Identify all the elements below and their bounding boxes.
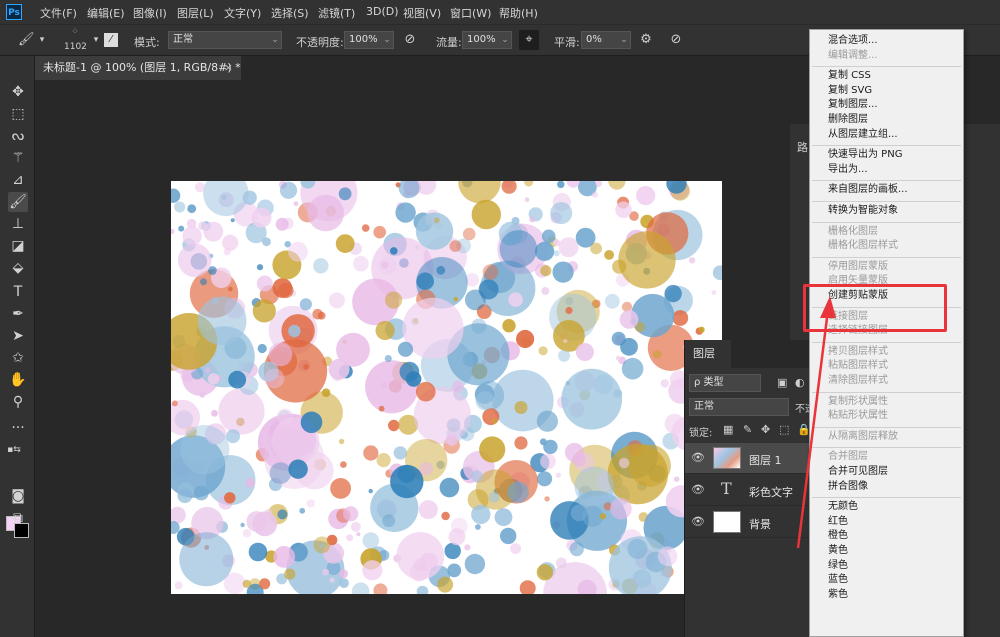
- menu-edit[interactable]: 编辑(E): [87, 5, 125, 21]
- context-menu-item: 栅格化图层: [828, 225, 878, 237]
- eye-icon[interactable]: 👁: [691, 451, 705, 464]
- menu-separator: [812, 221, 961, 223]
- layer-name: 图层 1: [749, 454, 782, 467]
- menu-separator: [812, 180, 961, 182]
- photoshop-logo: Ps: [6, 4, 22, 20]
- paint-bucket-tool-icon[interactable]: ⬙: [8, 258, 28, 278]
- chevron-down-icon[interactable]: ▾: [34, 32, 50, 48]
- more-tools-icon[interactable]: ···: [8, 418, 28, 438]
- text-layer-icon: T: [721, 479, 732, 498]
- brush-tool-icon[interactable]: 🖌: [18, 32, 35, 48]
- brush-size-value: 1102: [64, 42, 87, 52]
- menu-separator: [812, 256, 961, 258]
- blend-mode-select[interactable]: 正常: [689, 398, 789, 416]
- document-tab-title: 未标题-1 @ 100% (图层 1, RGB/8#) *: [43, 61, 241, 74]
- mode-chevron-icon[interactable]: ⌄: [268, 31, 282, 49]
- lock-label: 锁定:: [689, 428, 713, 439]
- context-menu-item[interactable]: 混合选项...: [828, 35, 878, 47]
- context-menu-item[interactable]: 删除图层: [828, 114, 868, 126]
- menu-view[interactable]: 视图(V): [403, 5, 441, 21]
- flow-chevron-icon[interactable]: ⌄: [498, 31, 512, 49]
- pen-tool-icon[interactable]: ✒: [8, 304, 28, 324]
- context-menu-item[interactable]: 复制图层...: [828, 99, 878, 111]
- eyedropper-tool-icon[interactable]: ⊿: [8, 170, 28, 190]
- path-select-tool-icon[interactable]: ➤: [8, 326, 28, 346]
- brush-tool-icon[interactable]: 🖌: [8, 192, 28, 212]
- gear-icon[interactable]: ⚙: [638, 32, 654, 48]
- context-menu-item[interactable]: 快速导出为 PNG: [828, 149, 902, 161]
- layer-name: 背景: [749, 518, 771, 531]
- type-tool-icon[interactable]: T: [8, 282, 28, 302]
- context-menu-item: 停用图层蒙版: [828, 260, 888, 272]
- magic-wand-tool-icon[interactable]: ⚚: [8, 148, 28, 168]
- brush-size-chevron-icon[interactable]: ▾: [88, 32, 104, 48]
- menu-file[interactable]: 文件(F): [40, 5, 77, 21]
- airbrush-icon[interactable]: ⌖: [519, 30, 539, 50]
- menu-help[interactable]: 帮助(H): [499, 5, 538, 21]
- smoothing-label: 平滑:: [554, 36, 580, 49]
- lock-transparent-icon[interactable]: ▦: [723, 423, 733, 436]
- close-icon[interactable]: ×: [224, 56, 233, 80]
- annotation-arrow-icon: [796, 296, 836, 549]
- lock-position-icon[interactable]: ✥: [761, 423, 770, 436]
- marquee-tool-icon[interactable]: ⬚: [8, 104, 28, 124]
- context-menu-item: 编辑调整...: [828, 49, 878, 61]
- context-menu-item[interactable]: 复制 CSS: [828, 70, 871, 82]
- menu-layer[interactable]: 图层(L): [177, 5, 214, 21]
- context-menu-item[interactable]: 复制 SVG: [828, 85, 872, 97]
- zoom-tool-icon[interactable]: ⚲: [8, 392, 28, 412]
- stamp-tool-icon[interactable]: ⊥: [8, 214, 28, 234]
- brush-panel-icon[interactable]: ⁄: [104, 33, 118, 47]
- context-menu-item: 栅格化图层样式: [828, 240, 898, 252]
- mode-label: 模式:: [134, 36, 160, 49]
- screen-mode-icon[interactable]: ⧉: [8, 508, 28, 528]
- eye-icon[interactable]: 👁: [691, 515, 705, 528]
- menu-separator: [812, 201, 961, 202]
- smoothing-chevron-icon[interactable]: ⌄: [617, 31, 631, 49]
- lasso-tool-icon[interactable]: ᔓ: [8, 126, 28, 146]
- swap-colors-icon[interactable]: ▪⇆: [4, 440, 24, 460]
- context-menu-item[interactable]: 蓝色: [828, 574, 848, 586]
- flow-label: 流量:: [436, 36, 462, 49]
- menu-image[interactable]: 图像(I): [133, 5, 167, 21]
- menu-type[interactable]: 文字(Y): [224, 5, 261, 21]
- watercolor-splatter-artwork: [171, 181, 722, 594]
- tools-panel: ✥ ⬚ ᔓ ⚚ ⊿ 🖌 ⊥ ◪ ⬙ T ✒ ➤ ✩ ✋ ⚲ ··· ▪⇆ ◙ ⧉: [0, 56, 35, 637]
- layer-thumbnail: [713, 447, 741, 469]
- brush-preview-icon[interactable]: ⁘: [62, 27, 88, 41]
- menu-3d[interactable]: 3D(D): [366, 5, 399, 18]
- opacity-chevron-icon[interactable]: ⌄: [380, 31, 394, 49]
- tab-layers[interactable]: 图层: [685, 340, 731, 368]
- context-menu-item[interactable]: 紫色: [828, 589, 848, 601]
- menu-select[interactable]: 选择(S): [271, 5, 309, 21]
- quick-mask-icon[interactable]: ◙: [8, 486, 28, 506]
- hand-tool-icon[interactable]: ✋: [8, 370, 28, 390]
- mode-select[interactable]: 正常: [168, 31, 282, 49]
- document-canvas[interactable]: [171, 181, 722, 594]
- context-menu-item[interactable]: 绿色: [828, 560, 848, 572]
- context-menu-item[interactable]: 来自图层的画板...: [828, 184, 908, 196]
- menu-window[interactable]: 窗口(W): [450, 5, 491, 21]
- layer-filter-select[interactable]: ρ 类型: [689, 374, 761, 392]
- context-menu-item[interactable]: 从图层建立组...: [828, 129, 898, 141]
- shape-tool-icon[interactable]: ✩: [8, 348, 28, 368]
- move-tool-icon[interactable]: ✥: [8, 82, 28, 102]
- context-menu-item[interactable]: 导出为...: [828, 164, 868, 176]
- eraser-tool-icon[interactable]: ◪: [8, 236, 28, 256]
- opacity-label: 不透明度:: [296, 36, 344, 49]
- lock-image-icon[interactable]: ✎: [743, 423, 752, 436]
- menu-separator: [812, 66, 961, 68]
- menu-separator: [812, 145, 961, 147]
- menu-bar: Ps 文件(F) 编辑(E) 图像(I) 图层(L) 文字(Y) 选择(S) 滤…: [0, 0, 1000, 24]
- pressure-size-icon[interactable]: ⊘: [668, 32, 684, 48]
- pressure-opacity-icon[interactable]: ⊘: [402, 32, 418, 48]
- document-tab[interactable]: 未标题-1 @ 100% (图层 1, RGB/8#) * ×: [35, 56, 241, 80]
- layer-thumbnail: [713, 511, 741, 533]
- eye-icon[interactable]: 👁: [691, 483, 705, 496]
- menu-filter[interactable]: 滤镜(T): [318, 5, 355, 21]
- context-menu-item[interactable]: 转换为智能对象: [828, 205, 898, 217]
